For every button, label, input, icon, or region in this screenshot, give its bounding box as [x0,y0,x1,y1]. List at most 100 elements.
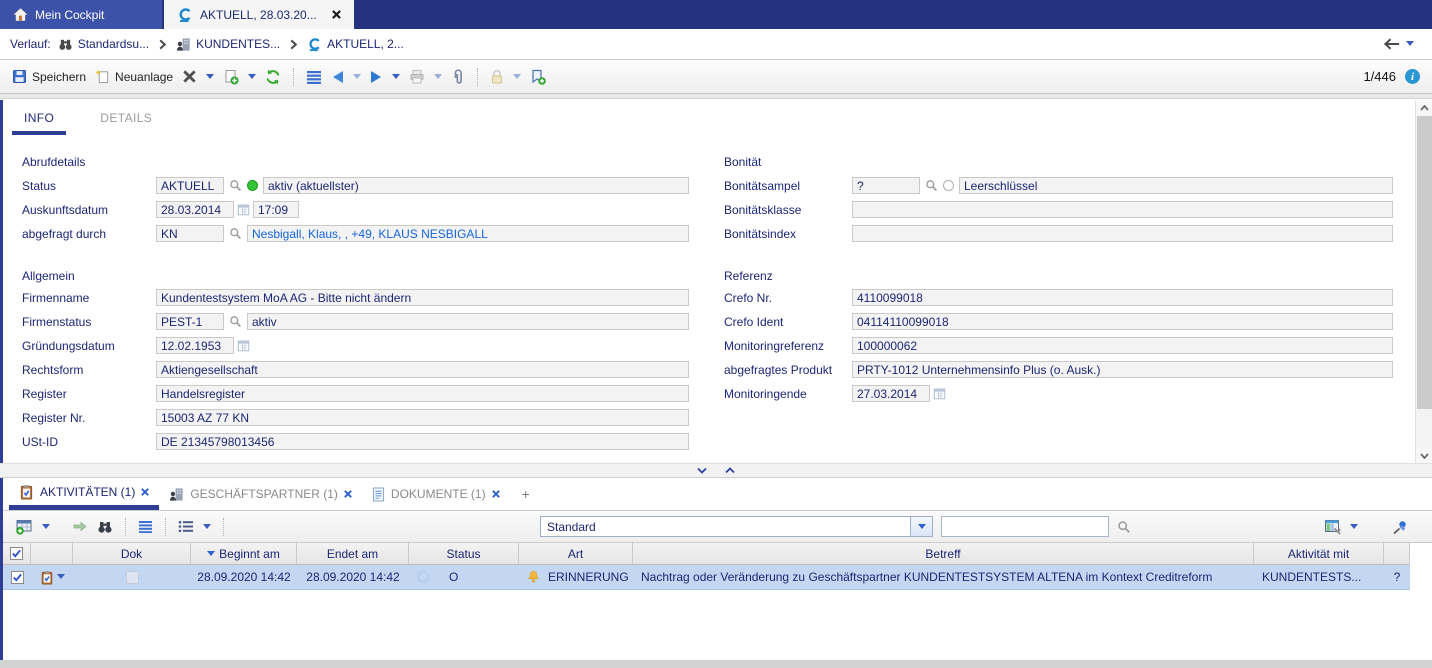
previous-dropdown-icon[interactable] [353,74,361,80]
tab-mein-cockpit[interactable]: Mein Cockpit [0,0,162,29]
close-icon[interactable] [332,10,341,19]
status-text-input[interactable] [263,177,689,194]
lock-dropdown-icon[interactable] [513,74,521,80]
collapse-up-icon[interactable] [725,467,735,474]
calendar-icon[interactable] [237,339,250,352]
abgefragt-durch-code-input[interactable] [156,225,224,242]
status-code-input[interactable] [156,177,224,194]
bookmark-add-icon[interactable] [530,69,546,85]
tab-info[interactable]: INFO [12,108,66,135]
print-icon[interactable] [409,69,425,84]
rechtsform-input[interactable] [156,361,689,378]
lookup-icon[interactable] [229,179,242,192]
delete-icon[interactable] [182,69,197,84]
firmenstatus-code-input[interactable] [156,313,224,330]
close-icon[interactable] [344,490,352,498]
back-arrow-icon[interactable] [1383,38,1400,50]
crefo-nr-input[interactable] [852,289,1393,306]
table-row[interactable]: 28.09.2020 14:42 28.09.2020 14:42 O ERIN… [3,565,1410,590]
header-dok[interactable]: Dok [73,543,191,564]
delete-dropdown-icon[interactable] [206,74,214,80]
abgefragt-durch-text-input[interactable] [247,225,689,242]
view-select-dropdown-icon[interactable] [910,517,932,536]
add-tab-button[interactable]: + [510,478,542,510]
save-button[interactable]: Speichern [12,69,86,84]
header-endet-am[interactable]: Endet am [297,543,409,564]
next-record-icon[interactable] [370,70,383,84]
tab-geschaeftspartner[interactable]: GESCHÄFTSPARTNER (1) [159,478,362,510]
new-record-button[interactable]: Neuanlage [95,69,173,84]
previous-record-icon[interactable] [331,70,344,84]
header-aktivitaet-mit[interactable]: Aktivität mit [1254,543,1384,564]
search-icon[interactable] [1117,520,1131,534]
bonitaetsampel-code-input[interactable] [852,177,920,194]
bonitaetsindex-input[interactable] [852,225,1393,242]
monitoringreferenz-input[interactable] [852,337,1393,354]
ust-id-input[interactable] [156,433,689,450]
refresh-icon[interactable] [265,69,281,85]
tab-dokumente[interactable]: DOKUMENTE (1) [362,478,510,510]
scroll-down-icon[interactable] [1416,448,1432,463]
bonitaetsampel-text-input[interactable] [959,177,1393,194]
assign-icon[interactable] [72,520,88,534]
panel-splitter[interactable] [0,463,1432,478]
new-activity-dropdown-icon[interactable] [42,524,50,530]
header-beginnt-am[interactable]: Beginnt am [191,543,297,564]
scrollbar-thumb[interactable] [1417,116,1432,409]
add-document-icon[interactable] [223,69,239,85]
list-view-icon[interactable] [138,520,153,533]
calendar-icon[interactable] [933,387,946,400]
history-dropdown-icon[interactable] [1406,41,1414,47]
search-binoculars-icon[interactable] [97,519,113,535]
row-checkbox[interactable] [11,571,24,584]
breadcrumb-item-aktuell[interactable]: AKTUELL, 2... [307,37,404,52]
next-dropdown-icon[interactable] [392,74,400,80]
attachment-icon[interactable] [451,69,465,85]
tab-details[interactable]: DETAILS [88,108,164,135]
print-dropdown-icon[interactable] [434,74,442,80]
pin-icon[interactable] [1392,520,1408,535]
close-icon[interactable] [141,488,149,496]
row-type-dropdown-icon[interactable] [57,574,65,580]
header-status[interactable]: Status [409,543,519,564]
lookup-icon[interactable] [229,315,242,328]
calendar-icon[interactable] [237,203,250,216]
add-document-dropdown-icon[interactable] [248,74,256,80]
abgefragtes-produkt-input[interactable] [852,361,1393,378]
activity-clipboard-icon[interactable] [40,570,54,585]
auskunftsdatum-date-input[interactable] [156,201,234,218]
breadcrumb-item-kundentestsystem[interactable]: KUNDENTES... [176,37,280,52]
list-view-icon[interactable] [306,70,322,84]
breadcrumb-item-standardsuche[interactable]: Standardsu... [58,37,149,52]
firmenstatus-text-input[interactable] [247,313,689,330]
header-extra[interactable] [1384,543,1410,564]
header-art[interactable]: Art [519,543,633,564]
crefo-ident-input[interactable] [852,313,1393,330]
gruendungsdatum-input[interactable] [156,337,234,354]
tab-aktuell[interactable]: AKTUELL, 28.03.20... [164,0,354,29]
monitoringende-input[interactable] [852,385,930,402]
vertical-scrollbar[interactable] [1415,100,1432,463]
tab-aktivitaeten[interactable]: AKTIVITÄTEN (1) [9,478,159,510]
lookup-icon[interactable] [925,179,938,192]
view-select[interactable]: Standard [540,516,933,537]
auskunftsdatum-time-input[interactable] [253,201,299,218]
info-icon[interactable]: i [1405,69,1420,84]
header-betreff[interactable]: Betreff [633,543,1254,564]
new-activity-icon[interactable] [15,519,33,535]
header-icon-column[interactable] [31,543,73,564]
table-settings-icon[interactable] [1324,519,1342,535]
grouping-icon[interactable] [178,520,194,533]
close-icon[interactable] [492,490,500,498]
bonitaetsklasse-input[interactable] [852,201,1393,218]
select-all-checkbox[interactable] [10,547,23,560]
collapse-down-icon[interactable] [697,467,707,474]
scroll-up-icon[interactable] [1416,100,1432,115]
firmenname-input[interactable] [156,289,689,306]
lookup-icon[interactable] [229,227,242,240]
register-input[interactable] [156,385,689,402]
table-settings-dropdown-icon[interactable] [1350,524,1358,530]
lock-icon[interactable] [490,69,504,84]
quick-search-input[interactable] [941,516,1109,537]
grouping-dropdown-icon[interactable] [203,524,211,530]
